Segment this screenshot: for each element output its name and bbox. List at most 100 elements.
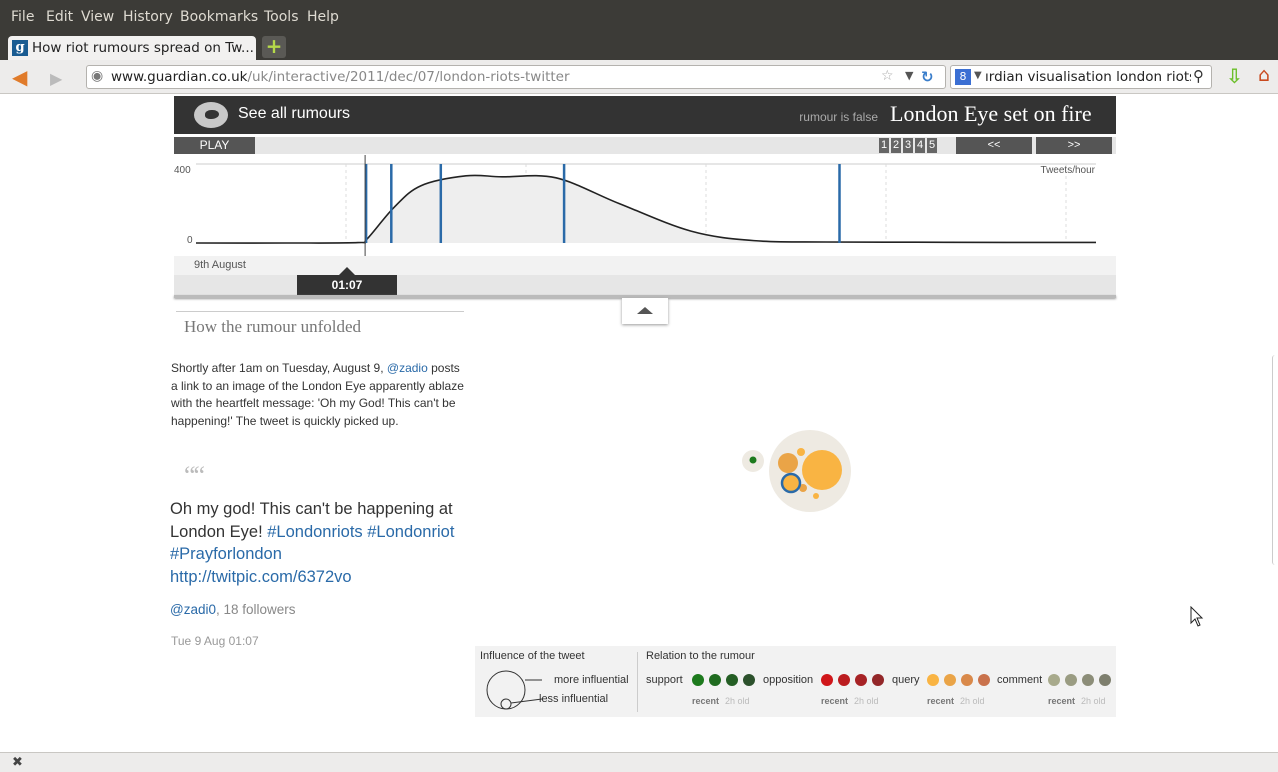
tweet-bubbles[interactable] — [736, 428, 856, 520]
support-old: 2h old — [725, 696, 750, 706]
scrollbar-edge[interactable] — [1272, 355, 1278, 565]
status-bar: ✖ — [0, 752, 1278, 772]
bubble-query-large[interactable] — [802, 450, 842, 490]
mouse-pointer-icon — [1190, 606, 1204, 627]
opposition-dot-1 — [821, 674, 833, 686]
page-button-4[interactable]: 4 — [915, 138, 925, 153]
comment-dot-1 — [1048, 674, 1060, 686]
support-dot-3 — [726, 674, 738, 686]
menu-bar: File Edit View History Bookmarks Tools H… — [0, 0, 1278, 30]
menu-history[interactable]: History — [123, 9, 173, 25]
user-link-zadio[interactable]: @zadio — [387, 361, 428, 375]
search-input[interactable]: ırdian visualisation london riots — [985, 69, 1191, 85]
menu-edit[interactable]: Edit — [46, 9, 73, 25]
story-body-text-a: Shortly after 1am on Tuesday, August 9, — [171, 361, 387, 375]
time-scrubber[interactable]: 01:07 — [297, 267, 397, 295]
opposition-recent: recent — [821, 696, 849, 706]
query-age-labels: recent 2h old — [927, 696, 985, 706]
menu-tools[interactable]: Tools — [264, 9, 299, 25]
legend-query-label: query — [892, 674, 920, 686]
legend: Influence of the tweet more influential … — [475, 646, 1116, 717]
download-arrow-icon[interactable]: ⇩ — [1226, 64, 1243, 88]
page-button-5[interactable]: 5 — [927, 138, 937, 153]
comment-dot-4 — [1099, 674, 1111, 686]
menu-help[interactable]: Help — [307, 9, 339, 25]
url-dropdown-icon[interactable]: ▼ — [905, 69, 913, 82]
globe-icon: ◉ — [91, 68, 104, 84]
tab-title: How riot rumours spread on Tw... — [32, 40, 254, 56]
rumour-header: See all rumours rumour is false London E… — [174, 96, 1116, 134]
collapse-toggle-button[interactable] — [622, 298, 668, 324]
new-tab-button[interactable]: + — [262, 36, 286, 58]
query-dot-3 — [961, 674, 973, 686]
twitter-bird-icon — [194, 102, 228, 128]
query-dot-1 — [927, 674, 939, 686]
tweet-date: Tue 9 Aug 01:07 — [171, 634, 259, 648]
y-tick-400: 400 — [174, 165, 191, 176]
tweet-text: Oh my god! This can't be happening at Lo… — [170, 498, 466, 588]
tweet-user: @zadi0, 18 followers — [170, 602, 296, 617]
opposition-dot-2 — [838, 674, 850, 686]
legend-less-influential: less influential — [539, 693, 609, 705]
bookmark-star-icon[interactable]: ☆ — [881, 68, 894, 84]
user-link-zadi0[interactable]: @zadi0 — [170, 602, 216, 617]
search-engine-icon[interactable]: 8 — [955, 69, 971, 85]
query-dot-4 — [978, 674, 990, 686]
play-button[interactable]: PLAY — [174, 137, 255, 154]
menu-file[interactable]: File — [11, 9, 34, 25]
tweets-chart[interactable]: 400 0 Tweets/hour — [174, 155, 1116, 256]
page-button-2[interactable]: 2 — [891, 138, 901, 153]
legend-comment-label: comment — [997, 674, 1043, 686]
opposition-dot-4 — [872, 674, 884, 686]
query-dot-2 — [944, 674, 956, 686]
legend-influence-title: Influence of the tweet — [480, 650, 585, 662]
forward-button[interactable]: ▶ — [50, 69, 62, 89]
y-tick-0: 0 — [187, 235, 193, 246]
story-body: Shortly after 1am on Tuesday, August 9, … — [171, 360, 466, 430]
bubble-query-small-a[interactable] — [797, 448, 805, 456]
back-button[interactable]: ◀ — [12, 67, 27, 87]
bubble-query-ring[interactable] — [780, 472, 802, 494]
opposition-old: 2h old — [854, 696, 879, 706]
close-icon[interactable]: ✖ — [12, 755, 23, 770]
legend-separator — [637, 652, 638, 712]
support-dot-1 — [692, 674, 704, 686]
url-bar[interactable]: ◉ www.guardian.co.uk/uk/interactive/2011… — [86, 65, 946, 89]
date-bar: 9th August — [174, 256, 1116, 275]
bubble-query-small-c[interactable] — [813, 493, 819, 499]
page-button-1[interactable]: 1 — [879, 138, 889, 153]
search-bar[interactable]: 8 ▼ ırdian visualisation london riots ⚲ — [950, 65, 1212, 89]
menu-bookmarks[interactable]: Bookmarks — [180, 9, 258, 25]
reload-icon[interactable]: ↻ — [921, 68, 934, 86]
see-all-rumours-link[interactable]: See all rumours — [238, 105, 350, 123]
comment-old: 2h old — [1081, 696, 1106, 706]
quote-mark-icon: ““ — [184, 461, 205, 490]
legend-support-label: support — [646, 674, 683, 686]
support-age-labels: recent 2h old — [692, 696, 750, 706]
browser-tab[interactable]: g How riot rumours spread on Tw... — [8, 36, 256, 60]
home-icon[interactable]: ⌂ — [1258, 64, 1270, 86]
bubble-query-medium[interactable] — [778, 453, 798, 473]
support-dot-2 — [709, 674, 721, 686]
url-domain: www.guardian.co.uk — [111, 69, 248, 85]
guardian-favicon-icon: g — [12, 40, 28, 56]
opposition-age-labels: recent 2h old — [821, 696, 879, 706]
opposition-dot-3 — [855, 674, 867, 686]
search-engine-dropdown-icon[interactable]: ▼ — [974, 70, 982, 81]
url-path: /uk/interactive/2011/dec/07/london-riots… — [247, 69, 570, 85]
magnifier-icon[interactable]: ⚲ — [1193, 67, 1204, 85]
bubble-support[interactable] — [749, 456, 757, 464]
y-axis-label: Tweets/hour — [1041, 165, 1096, 176]
page-button-3[interactable]: 3 — [903, 138, 913, 153]
menu-view[interactable]: View — [81, 9, 114, 25]
support-recent: recent — [692, 696, 720, 706]
next-button[interactable]: >> — [1036, 137, 1112, 154]
support-dot-4 — [743, 674, 755, 686]
rumour-status: rumour is false — [799, 110, 878, 124]
chart-area — [196, 175, 1096, 244]
query-old: 2h old — [960, 696, 985, 706]
comment-dot-2 — [1065, 674, 1077, 686]
rumour-title: London Eye set on fire — [890, 101, 1092, 126]
prev-button[interactable]: << — [956, 137, 1032, 154]
legend-relation-title: Relation to the rumour — [646, 650, 755, 662]
